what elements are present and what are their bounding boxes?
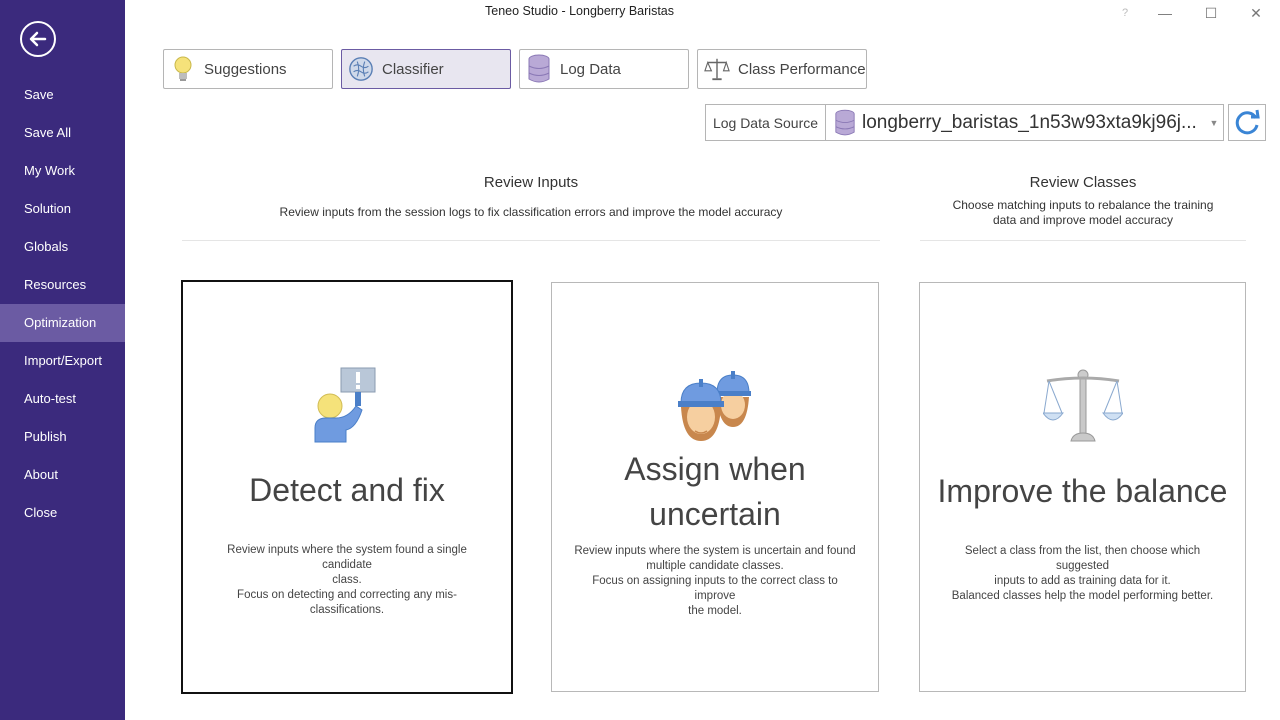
log-data-source-label: Log Data Source — [706, 105, 826, 140]
card-desc-line: Balanced classes help the model performi… — [951, 590, 1214, 602]
brain-icon — [348, 54, 374, 84]
database-icon — [834, 109, 856, 137]
balance-scale-icon — [920, 367, 1245, 445]
review-inputs-desc: Review inputs from the session logs to f… — [279, 205, 783, 219]
sidebar-item-import-export[interactable]: Import/Export — [0, 342, 125, 380]
sidebar-item-auto-test[interactable]: Auto-test — [0, 380, 125, 418]
sidebar-item-optimization[interactable]: Optimization — [0, 304, 125, 342]
review-classes-desc-line2: data and improve model accuracy — [992, 213, 1174, 227]
tab-suggestions[interactable]: Suggestions — [163, 49, 333, 89]
review-inputs-title: Review Inputs — [483, 174, 579, 191]
title-bar: Teneo Studio - Longberry Baristas ? — ☐ … — [125, 0, 1280, 26]
sidebar-item-globals[interactable]: Globals — [0, 228, 125, 266]
divider — [920, 240, 1246, 241]
tab-label: Classifier — [382, 60, 444, 78]
card-title: Assign when uncertain — [552, 447, 878, 537]
card-desc-line: Focus on detecting and correcting any mi… — [237, 589, 457, 616]
card-assign-when-uncertain[interactable]: Assign when uncertain Review inputs wher… — [551, 282, 879, 692]
help-icon[interactable]: ? — [1116, 4, 1134, 22]
refresh-icon — [1235, 109, 1260, 134]
review-classes-header: Review Classes Choose matching inputs to… — [920, 174, 1246, 228]
sidebar-nav: Save Save All My Work Solution Globals R… — [0, 76, 125, 532]
card-improve-the-balance[interactable]: Improve the balance Select a class from … — [919, 282, 1246, 692]
card-desc-line: Focus on assigning inputs to the correct… — [592, 575, 838, 602]
card-desc-line: inputs to add as training data for it. — [994, 575, 1171, 587]
lightbulb-icon — [170, 54, 196, 84]
back-button[interactable] — [20, 21, 56, 57]
card-description: Review inputs where the system is uncert… — [572, 544, 858, 619]
window-title: Teneo Studio - Longberry Baristas — [485, 4, 674, 18]
log-data-source-text: longberry_baristas_1n53w93xta9kj96j... — [862, 111, 1197, 133]
card-title: Improve the balance — [937, 473, 1228, 509]
sidebar-item-close[interactable]: Close — [0, 494, 125, 532]
log-data-source-value[interactable]: longberry_baristas_1n53w93xta9kj96j... — [826, 109, 1205, 137]
sidebar-item-solution[interactable]: Solution — [0, 190, 125, 228]
sidebar-item-my-work[interactable]: My Work — [0, 152, 125, 190]
minimize-button[interactable]: — — [1156, 4, 1174, 22]
card-desc-line: Select a class from the list, then choos… — [964, 545, 1201, 572]
card-detect-and-fix[interactable]: Detect and fix Review inputs where the s… — [181, 280, 513, 694]
person-alert-icon — [183, 366, 511, 446]
card-description: Review inputs where the system found a s… — [203, 543, 491, 618]
scales-icon — [704, 54, 730, 84]
card-desc-line: class. — [332, 574, 362, 586]
sidebar-item-resources[interactable]: Resources — [0, 266, 125, 304]
sidebar-item-save[interactable]: Save — [0, 76, 125, 114]
back-arrow-icon — [29, 31, 47, 47]
card-title: Detect and fix — [249, 472, 445, 508]
card-title-line: uncertain — [649, 496, 781, 532]
refresh-button[interactable] — [1228, 104, 1266, 141]
sidebar: Save Save All My Work Solution Globals R… — [0, 0, 125, 720]
tab-class-performance[interactable]: Class Performance — [697, 49, 867, 89]
chevron-down-icon[interactable]: ▼ — [1205, 118, 1223, 128]
divider — [182, 240, 880, 241]
maximize-button[interactable]: ☐ — [1202, 4, 1220, 22]
close-window-button[interactable]: ✕ — [1247, 4, 1265, 22]
tab-label: Suggestions — [204, 60, 287, 78]
database-icon — [526, 54, 552, 84]
sidebar-item-save-all[interactable]: Save All — [0, 114, 125, 152]
review-inputs-header: Review Inputs Review inputs from the ses… — [182, 174, 880, 220]
sidebar-item-about[interactable]: About — [0, 456, 125, 494]
tab-label: Log Data — [560, 60, 621, 78]
two-persons-helmet-icon — [552, 367, 878, 445]
tab-label: Class Performance — [738, 60, 866, 78]
card-title-line: Assign when — [624, 451, 806, 487]
tab-log-data[interactable]: Log Data — [519, 49, 689, 89]
card-desc-line: the model. — [688, 605, 742, 617]
card-description: Select a class from the list, then choos… — [940, 544, 1225, 604]
tab-classifier[interactable]: Classifier — [341, 49, 511, 89]
card-desc-line: Review inputs where the system is uncert… — [574, 545, 856, 557]
review-classes-desc-line1: Choose matching inputs to rebalance the … — [952, 198, 1214, 212]
review-classes-title: Review Classes — [1029, 174, 1137, 191]
sidebar-item-publish[interactable]: Publish — [0, 418, 125, 456]
log-data-source-selector[interactable]: Log Data Source longberry_baristas_1n53w… — [705, 104, 1224, 141]
card-desc-line: Review inputs where the system found a s… — [227, 544, 467, 571]
card-desc-line: multiple candidate classes. — [646, 560, 784, 572]
